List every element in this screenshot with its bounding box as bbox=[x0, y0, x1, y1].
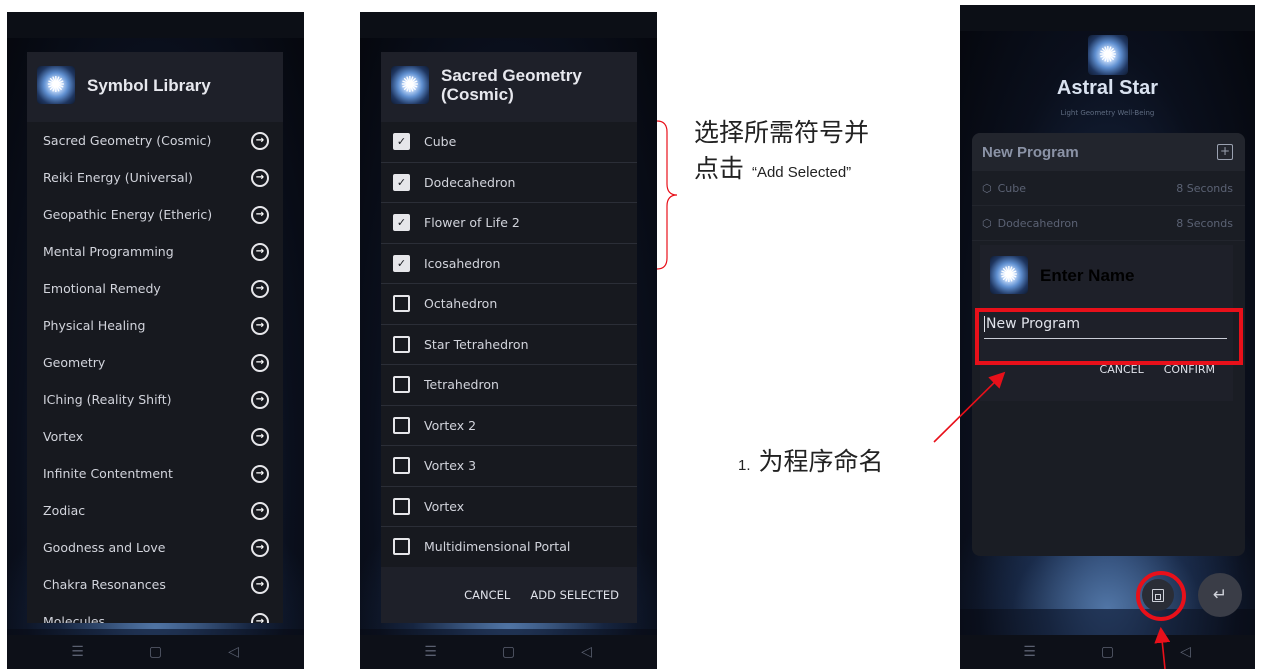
arrow-to-save-button bbox=[1154, 626, 1171, 669]
annotation-name-program: 1. 为程序命名 bbox=[738, 447, 884, 476]
arrow-to-name-input bbox=[933, 371, 1006, 443]
annotation-arrows bbox=[933, 371, 1171, 669]
